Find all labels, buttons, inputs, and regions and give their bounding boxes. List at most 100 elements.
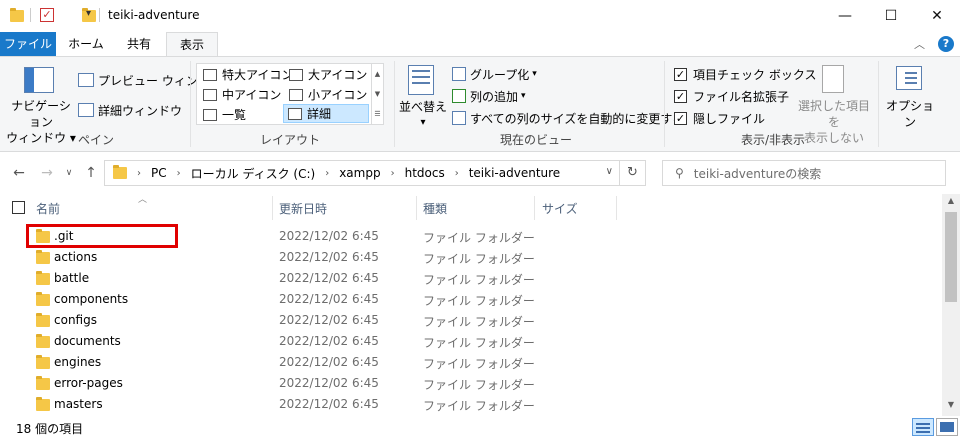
gallery-scroll[interactable]: ▲ ▼ ☰ <box>371 64 383 124</box>
select-all-checkbox[interactable] <box>12 201 25 214</box>
checkbox-checked-icon[interactable]: ✓ <box>674 67 687 81</box>
chevron-right-icon[interactable]: › <box>391 168 395 179</box>
folder-icon <box>36 313 50 327</box>
layout-label: 一覧 <box>222 108 247 122</box>
properties-icon[interactable]: ✓ <box>40 8 54 22</box>
checkbox-checked-icon[interactable]: ✓ <box>674 89 687 103</box>
scrollbar-thumb[interactable] <box>945 212 957 302</box>
column-divider[interactable] <box>272 196 273 220</box>
autosize-columns-button[interactable]: すべての列のサイズを自動的に変更する <box>452 108 684 128</box>
checkbox-checked-icon[interactable]: ✓ <box>674 111 687 125</box>
sort-ascending-icon: ︿ <box>138 195 148 205</box>
recent-locations-icon[interactable]: ∨ <box>60 164 78 182</box>
folder-icon <box>36 334 50 348</box>
refresh-icon[interactable]: ↻ <box>620 160 646 186</box>
chevron-up-icon[interactable]: ︿ <box>914 36 930 52</box>
folder-icon <box>36 271 50 285</box>
file-type: ファイル フォルダー <box>423 357 535 371</box>
preview-pane-icon <box>78 73 94 87</box>
close-button[interactable]: ✕ <box>914 0 960 32</box>
chevron-right-icon[interactable]: › <box>325 168 329 179</box>
layout-label: 小アイコン <box>308 88 368 102</box>
ribbon-tabs: ファイル ホーム 共有 表示 ︿ ? <box>0 32 960 57</box>
group-separator <box>878 61 879 147</box>
details-view-icon[interactable] <box>912 418 934 436</box>
layout-small-icons[interactable]: 小アイコン <box>285 85 367 104</box>
file-row[interactable]: battle 2022/12/02 6:45 ファイル フォルダー <box>0 268 942 289</box>
file-name: configs <box>54 313 97 327</box>
column-header-type[interactable]: 種類 <box>423 200 447 217</box>
group-by-label: グループ化 <box>470 67 530 82</box>
file-row[interactable]: engines 2022/12/02 6:45 ファイル フォルダー <box>0 352 942 373</box>
breadcrumb-local-disk[interactable]: ローカル ディスク (C:) <box>191 165 316 182</box>
hidden-items-toggle[interactable]: ✓ 隠しファイル <box>674 108 765 128</box>
maximize-button[interactable]: ☐ <box>868 0 914 32</box>
tab-file[interactable]: ファイル <box>0 32 56 56</box>
file-row[interactable]: components 2022/12/02 6:45 ファイル フォルダー <box>0 289 942 310</box>
file-row[interactable]: error-pages 2022/12/02 6:45 ファイル フォルダー <box>0 373 942 394</box>
item-checkboxes-toggle[interactable]: ✓ 項目チェック ボックス <box>674 64 816 84</box>
file-date: 2022/12/02 6:45 <box>279 313 379 327</box>
breadcrumb-xampp[interactable]: xampp <box>339 166 380 180</box>
tab-share[interactable]: 共有 <box>114 32 164 56</box>
add-columns-button[interactable]: 列の追加 ▾ <box>452 86 526 106</box>
layout-list[interactable]: 一覧 <box>199 105 246 124</box>
chevron-up-icon[interactable]: ▲ <box>375 70 380 78</box>
scroll-up-icon[interactable]: ▲ <box>942 196 960 210</box>
scroll-down-icon[interactable]: ▼ <box>942 400 960 414</box>
options-button[interactable]: オプション <box>882 98 938 130</box>
breadcrumb-teiki-adventure[interactable]: teiki-adventure <box>469 166 560 180</box>
group-by-button[interactable]: グループ化 ▾ <box>452 64 537 84</box>
file-row[interactable]: actions 2022/12/02 6:45 ファイル フォルダー <box>0 247 942 268</box>
tab-view[interactable]: 表示 <box>166 32 218 57</box>
tab-home[interactable]: ホーム <box>60 32 112 56</box>
large-icons-view-icon[interactable] <box>936 418 958 436</box>
layout-medium-icons[interactable]: 中アイコン <box>199 85 281 104</box>
title-bar: ✓ ▾ teiki-adventure — ☐ ✕ <box>0 0 960 32</box>
chevron-right-icon[interactable]: › <box>137 168 141 179</box>
column-divider[interactable] <box>616 196 617 220</box>
layout-extra-large-icons[interactable]: 特大アイコン <box>199 65 293 84</box>
search-input[interactable]: ⚲ teiki-adventureの検索 <box>662 160 946 186</box>
chevron-down-icon[interactable]: ∨ <box>606 166 613 177</box>
file-type: ファイル フォルダー <box>423 252 535 266</box>
navigation-bar: ← → ∨ ↑ › PC › ローカル ディスク (C:) › xampp › … <box>0 152 960 194</box>
column-divider[interactable] <box>534 196 535 220</box>
help-icon[interactable]: ? <box>938 36 954 52</box>
chevron-down-icon[interactable]: ▼ <box>375 90 380 98</box>
layout-label: 詳細 <box>307 107 332 121</box>
layout-large-icons[interactable]: 大アイコン <box>285 65 367 84</box>
layout-label: 中アイコン <box>222 88 282 102</box>
breadcrumb-htdocs[interactable]: htdocs <box>405 166 445 180</box>
file-row[interactable]: documents 2022/12/02 6:45 ファイル フォルダー <box>0 331 942 352</box>
column-header-date[interactable]: 更新日時 <box>279 200 327 217</box>
sort-button[interactable]: 並べ替え ▾ <box>398 99 448 131</box>
address-bar[interactable]: › PC › ローカル ディスク (C:) › xampp › htdocs ›… <box>104 160 620 186</box>
file-extensions-toggle[interactable]: ✓ ファイル名拡張子 <box>674 86 789 106</box>
file-name: actions <box>54 250 98 264</box>
layout-details[interactable]: 詳細 <box>283 104 369 123</box>
chevron-right-icon[interactable]: › <box>455 168 459 179</box>
column-header-name[interactable]: 名前 <box>36 200 60 217</box>
up-arrow-icon[interactable]: ↑ <box>82 164 100 182</box>
minimize-button[interactable]: — <box>822 0 868 32</box>
large-icons-icon <box>289 68 303 81</box>
layout-gallery: 特大アイコン 大アイコン 中アイコン 小アイコン 一覧 詳細 ▲ ▼ ☰ <box>196 63 384 125</box>
breadcrumb-pc[interactable]: PC <box>151 166 167 180</box>
expand-gallery-icon[interactable]: ☰ <box>374 110 380 118</box>
divider <box>30 8 31 22</box>
column-divider[interactable] <box>416 196 417 220</box>
hide-selected-label: 選択した項目を <box>797 99 870 129</box>
back-arrow-icon[interactable]: ← <box>10 164 28 182</box>
vertical-scrollbar[interactable]: ▲ ▼ <box>942 194 960 416</box>
extra-large-icons-icon <box>203 68 217 81</box>
file-row[interactable]: configs 2022/12/02 6:45 ファイル フォルダー <box>0 310 942 331</box>
file-date: 2022/12/02 6:45 <box>279 250 379 264</box>
customize-qat-icon[interactable]: ▾ <box>86 8 91 19</box>
chevron-right-icon[interactable]: › <box>177 168 181 179</box>
details-pane-button[interactable]: 詳細ウィンドウ <box>78 100 182 120</box>
column-header-size[interactable]: サイズ <box>542 200 578 217</box>
forward-arrow-icon[interactable]: → <box>38 164 56 182</box>
chevron-down-icon: ▾ <box>521 91 526 101</box>
file-row[interactable]: masters 2022/12/02 6:45 ファイル フォルダー <box>0 394 942 415</box>
